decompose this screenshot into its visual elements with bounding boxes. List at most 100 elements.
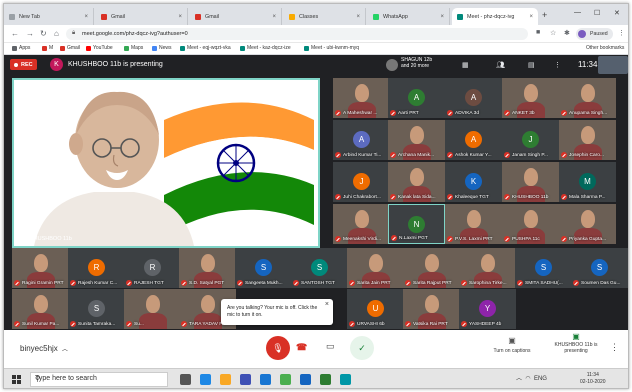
- bookmark-item[interactable]: Meet - kaz-dqcz-ize: [240, 45, 291, 51]
- tab-3[interactable]: Classes ×: [284, 8, 366, 25]
- other-bookmarks[interactable]: Other bookmarks: [586, 45, 624, 51]
- close-icon[interactable]: ×: [178, 14, 182, 20]
- extension-icon[interactable]: ✱: [564, 29, 570, 37]
- close-icon[interactable]: ×: [325, 301, 329, 309]
- participant-tile[interactable]: P.V.S. Laxmi PRT: [445, 204, 502, 244]
- present-button[interactable]: ✓: [350, 336, 374, 360]
- participant-tile[interactable]: Sarita Jain PRT: [347, 248, 404, 288]
- close-icon[interactable]: ×: [440, 14, 444, 20]
- system-tray[interactable]: ︿ ◠ ENG: [516, 373, 547, 382]
- windows-start-icon[interactable]: [12, 375, 21, 384]
- captions-button[interactable]: ▣ Turn on captions: [490, 336, 534, 354]
- chat-icon[interactable]: ▤: [528, 61, 535, 69]
- participant-tile[interactable]: A Ashok Kumar Y...: [445, 120, 502, 160]
- mail-icon[interactable]: [260, 374, 271, 385]
- participants-summary[interactable]: SHAGUN 12b and 20 more: [401, 57, 432, 69]
- participant-tile[interactable]: Anupama Singh...: [559, 78, 616, 118]
- participant-tile[interactable]: Meenakshi Virdi...: [333, 204, 390, 244]
- participant-tile[interactable]: M Mala Sharma P...: [559, 162, 616, 202]
- participant-tile[interactable]: Sunil Kumar Pa...: [12, 289, 69, 329]
- layout-icon[interactable]: ▦: [462, 61, 469, 69]
- participant-tile[interactable]: Sarophina Tirke...: [459, 248, 516, 288]
- participant-tile[interactable]: Archana Manik...: [388, 120, 445, 160]
- profile-paused-button[interactable]: Paused: [576, 28, 613, 40]
- edge-icon[interactable]: [200, 374, 211, 385]
- participant-tile[interactable]: S SANTOSH TGT: [291, 248, 348, 288]
- participant-tile[interactable]: Josephin Caro...: [559, 120, 616, 160]
- close-window-icon[interactable]: ✕: [614, 9, 620, 17]
- mic-toggle-button[interactable]: 🎙︎: [266, 336, 290, 360]
- file-explorer-icon[interactable]: [220, 374, 231, 385]
- tab-0[interactable]: New Tab ×: [4, 8, 94, 25]
- participant-tile[interactable]: R RAJESH TGT: [124, 248, 181, 288]
- presenting-now-button[interactable]: ▣ KHUSHBOO 11b is presenting: [552, 333, 600, 355]
- camera-toggle-button[interactable]: ▭: [326, 341, 335, 352]
- participant-tile[interactable]: S SMITA SADHU(...: [515, 248, 572, 288]
- star-icon[interactable]: ☆: [550, 29, 556, 37]
- reload-icon[interactable]: ↻: [40, 29, 47, 38]
- participant-tile[interactable]: A Arbind Kumar Ti...: [333, 120, 390, 160]
- participant-tile[interactable]: ANKET 3b: [502, 78, 559, 118]
- store-icon[interactable]: [240, 374, 251, 385]
- bookmark-item[interactable]: YouTube: [86, 45, 113, 51]
- participant-tile[interactable]: Kanak lata Sida...: [388, 162, 445, 202]
- minimize-icon[interactable]: —: [574, 9, 581, 16]
- bookmark-item[interactable]: Meet - ubi-kwnm-myq: [304, 45, 359, 51]
- forward-icon[interactable]: →: [26, 29, 34, 38]
- participant-tile[interactable]: A ADVIKA 3d: [445, 78, 502, 118]
- menu-icon[interactable]: ⋮: [618, 29, 625, 37]
- participant-tile[interactable]: A Aarti PRT: [388, 78, 445, 118]
- participant-tile[interactable]: Priyanka Gupta...: [559, 204, 616, 244]
- taskbar-search[interactable]: ⚲ Type here to search: [30, 372, 168, 387]
- participant-tile[interactable]: S Sangeeta Mukh...: [235, 248, 292, 288]
- more-options-icon[interactable]: ⋮: [610, 342, 619, 353]
- meeting-details[interactable]: binyec5hjx ︿: [20, 344, 68, 353]
- participant-tile[interactable]: PUSHPA 11c: [502, 204, 559, 244]
- address-bar[interactable]: 🔒︎ meet.google.com/phz-dqcz-ivg?authuser…: [66, 28, 528, 40]
- participant-tile[interactable]: N N.Laxmi PGT: [388, 204, 445, 244]
- close-icon[interactable]: ×: [356, 14, 360, 20]
- bookmark-item[interactable]: Gmail: [60, 45, 80, 51]
- home-icon[interactable]: ⌂: [54, 29, 59, 38]
- participant-tile[interactable]: U URVASHI 6b: [347, 289, 404, 329]
- bookmark-item[interactable]: Apps: [12, 45, 30, 51]
- chrome-icon[interactable]: [280, 374, 291, 385]
- bookmark-item[interactable]: Maps: [124, 45, 143, 51]
- participant-tile[interactable]: Sarita Rajput PRT: [403, 248, 460, 288]
- participants-icon[interactable]: 👥︎: [496, 61, 505, 69]
- task-view-icon[interactable]: [180, 374, 191, 385]
- participant-tile[interactable]: Y YASHDEEP 4b: [459, 289, 516, 329]
- new-tab-icon[interactable]: +: [542, 10, 547, 20]
- close-icon[interactable]: ×: [529, 14, 533, 20]
- tab-1[interactable]: Gmail ×: [96, 8, 188, 25]
- camera-icon[interactable]: ■: [536, 29, 540, 36]
- photos-icon[interactable]: [340, 374, 351, 385]
- participant-tile[interactable]: A Maheshwar ...: [333, 78, 390, 118]
- more-icon[interactable]: ⋮: [554, 61, 561, 69]
- bookmark-item[interactable]: News: [152, 45, 172, 51]
- close-icon[interactable]: ×: [272, 14, 276, 20]
- back-icon[interactable]: ←: [11, 29, 19, 38]
- participant-tile[interactable]: KHUSHBOO 11b: [502, 162, 559, 202]
- participant-tile[interactable]: S Sunita Tamraka...: [68, 289, 125, 329]
- tab-4[interactable]: WhatsApp ×: [368, 8, 450, 25]
- maximize-icon[interactable]: ☐: [594, 9, 600, 17]
- participant-tile[interactable]: Vatsika Rai PRT: [403, 289, 460, 329]
- bookmark-item[interactable]: M: [42, 45, 53, 51]
- participant-tile[interactable]: K Khaleeque TGT: [445, 162, 502, 202]
- close-icon[interactable]: ×: [84, 14, 88, 20]
- taskbar-clock[interactable]: 11:34 02-10-2020: [580, 372, 606, 386]
- participant-tile[interactable]: J Juhi Chakrabort...: [333, 162, 390, 202]
- tab-5[interactable]: Meet - phz-dqcz-ivg ×: [452, 8, 538, 25]
- participant-tile[interactable]: S Soumen Das Gu...: [571, 248, 628, 288]
- participant-tile[interactable]: S.D. Satyal PGT: [179, 248, 236, 288]
- excel-icon[interactable]: [320, 374, 331, 385]
- hang-up-button[interactable]: ☎︎: [296, 342, 307, 353]
- participant-tile[interactable]: R Rajesh Kumar C...: [68, 248, 125, 288]
- participant-tile[interactable]: Su...: [124, 289, 181, 329]
- bookmark-item[interactable]: Meet - eqj-wqzt-vka: [180, 45, 231, 51]
- word-icon[interactable]: [300, 374, 311, 385]
- tab-2[interactable]: Gmail ×: [190, 8, 282, 25]
- participant-tile[interactable]: Ragini Gramin PRT: [12, 248, 69, 288]
- participant-tile[interactable]: J Janam Singh P...: [502, 120, 559, 160]
